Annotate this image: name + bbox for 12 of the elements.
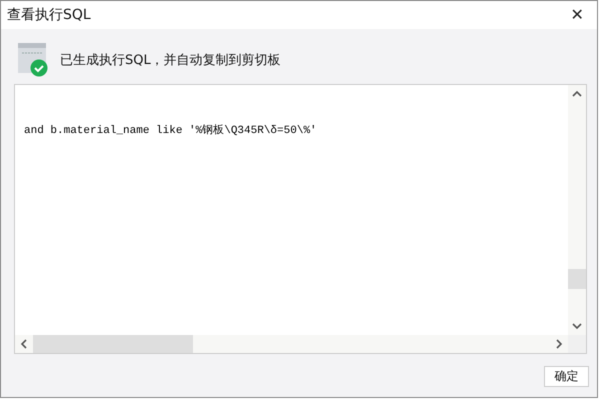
scrollbar-thumb[interactable] bbox=[33, 335, 193, 353]
ok-button[interactable]: 确定 bbox=[544, 366, 589, 387]
horizontal-scrollbar[interactable] bbox=[15, 335, 568, 353]
clipboard-check-icon bbox=[18, 43, 48, 77]
sql-text-area[interactable]: and b.material_name like '%钢板\Q345R\δ=50\%' bbox=[14, 84, 587, 354]
scrollbar-corner bbox=[568, 335, 586, 353]
status-message: 已生成执行SQL，并自动复制到剪切板 bbox=[60, 52, 281, 69]
sql-text: and b.material_name like '%钢板\Q345R\δ=50\%' bbox=[23, 123, 318, 139]
vertical-scrollbar[interactable] bbox=[568, 85, 586, 335]
scrollbar-thumb[interactable] bbox=[568, 269, 586, 289]
close-button[interactable]: ✕ bbox=[557, 1, 597, 29]
window-title: 查看执行SQL bbox=[7, 6, 91, 24]
